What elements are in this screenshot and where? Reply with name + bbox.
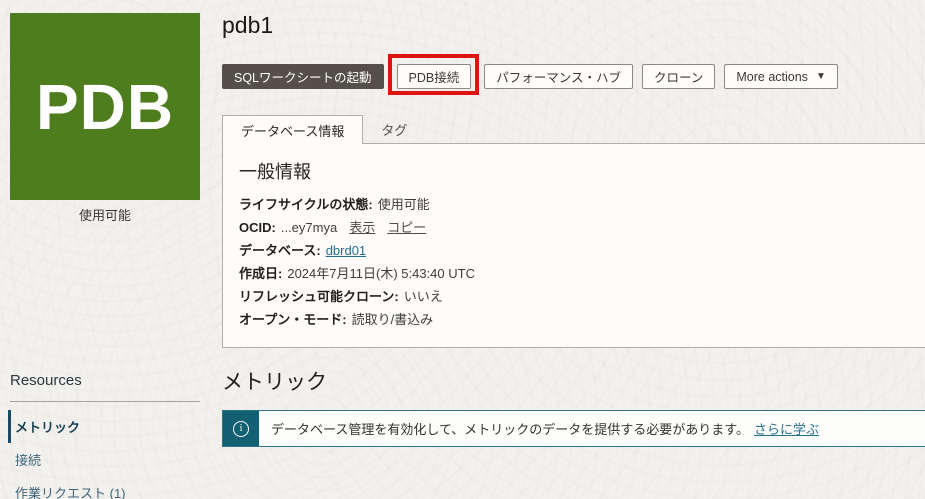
field-open-mode: オープン・モード: 読取り/書込み — [239, 313, 917, 327]
detail-tabs: データベース情報 タグ — [222, 115, 425, 144]
field-value: 2024年7月11日(木) 5:43:40 UTC — [287, 266, 475, 281]
database-info-card: 一般情報 ライフサイクルの状態: 使用可能 OCID: ...ey7mya 表示コピー… — [222, 143, 925, 348]
field-ocid: OCID: ...ey7mya 表示コピー — [239, 221, 917, 235]
pdb-tile-label: PDB — [36, 75, 174, 139]
chevron-down-icon: ▼ — [816, 71, 826, 82]
tab-tags[interactable]: タグ — [363, 115, 425, 144]
ocid-show-link[interactable]: 表示 — [349, 220, 375, 235]
resources-panel: Resources メトリック 接続 作業リクエスト (1) — [10, 372, 206, 499]
action-buttons-row: SQLワークシートの起動 PDB接続 パフォーマンス・ハブ クローン More … — [222, 64, 838, 89]
tab-database-info[interactable]: データベース情報 — [222, 115, 363, 144]
sidebar-item-work-requests[interactable]: 作業リクエスト (1) — [10, 476, 206, 499]
sidebar-item-connections[interactable]: 接続 — [10, 443, 206, 476]
more-actions-button[interactable]: More actions ▼ — [724, 64, 837, 89]
field-label: リフレッシュ可能クローン: — [239, 289, 399, 304]
pdb-status-tile: PDB — [10, 13, 200, 200]
info-banner-icon-block: i — [223, 411, 259, 446]
page-title: pdb1 — [222, 12, 273, 39]
field-created-date: 作成日: 2024年7月11日(木) 5:43:40 UTC — [239, 267, 917, 281]
field-value: ...ey7mya — [281, 220, 337, 235]
ocid-copy-link[interactable]: コピー — [387, 220, 426, 235]
info-banner: i データベース管理を有効化して、メトリックのデータを提供する必要があります。 … — [222, 410, 925, 447]
field-lifecycle-state: ライフサイクルの状態: 使用可能 — [239, 198, 917, 212]
resources-list: メトリック 接続 作業リクエスト (1) — [10, 410, 206, 499]
more-actions-label: More actions — [736, 70, 808, 84]
field-label: ライフサイクルの状態: — [239, 197, 373, 212]
status-caption: 使用可能 — [10, 205, 200, 224]
info-banner-content: データベース管理を有効化して、メトリックのデータを提供する必要があります。 さら… — [259, 411, 819, 446]
field-label: 作成日: — [239, 266, 282, 281]
database-info-card-body: 一般情報 ライフサイクルの状態: 使用可能 OCID: ...ey7mya 表示コピー… — [223, 144, 925, 350]
metrics-section-heading: メトリック — [222, 366, 327, 396]
field-label: データベース: — [239, 243, 321, 258]
general-info-heading: 一般情報 — [239, 158, 917, 184]
sidebar-item-metrics[interactable]: メトリック — [8, 410, 206, 443]
database-link[interactable]: dbrd01 — [326, 243, 366, 258]
performance-hub-button[interactable]: パフォーマンス・ハブ — [484, 64, 633, 89]
pdb-connect-wrap: PDB接続 — [397, 64, 472, 89]
field-refreshable-clone: リフレッシュ可能クローン: いいえ — [239, 290, 917, 304]
clone-button[interactable]: クローン — [642, 64, 715, 89]
field-database: データベース: dbrd01 — [239, 244, 917, 258]
field-label: OCID: — [239, 220, 276, 235]
pdb-connect-button[interactable]: PDB接続 — [397, 64, 472, 89]
learn-more-link[interactable]: さらに学ぶ — [754, 419, 819, 438]
launch-sql-worksheet-button[interactable]: SQLワークシートの起動 — [222, 64, 384, 89]
field-value: 読取り/書込み — [352, 312, 434, 327]
field-value: いいえ — [404, 289, 443, 304]
resources-divider — [10, 401, 200, 402]
field-label: オープン・モード: — [239, 312, 347, 327]
info-icon: i — [233, 421, 249, 437]
oci-pdb-details-page: PDB 使用可能 Resources メトリック 接続 作業リクエスト (1) … — [0, 0, 925, 499]
resources-heading: Resources — [10, 372, 206, 389]
info-banner-text: データベース管理を有効化して、メトリックのデータを提供する必要があります。 — [271, 419, 749, 438]
field-value: 使用可能 — [378, 197, 430, 212]
